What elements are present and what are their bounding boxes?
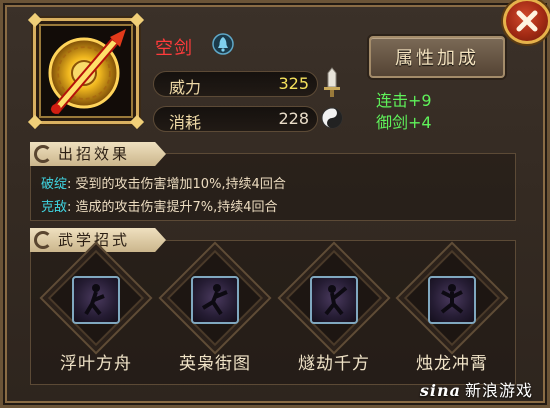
move-figure-icon — [428, 276, 476, 324]
effect-key: 克敌 — [41, 200, 68, 215]
golden-sword-icon — [48, 29, 126, 115]
close-button[interactable] — [503, 0, 550, 44]
martial-pose-icon — [84, 284, 105, 316]
weapon-icon-frame[interactable] — [27, 12, 145, 130]
stat-label: 消耗 — [169, 113, 202, 132]
move-figure-icon — [72, 276, 120, 324]
move-name: 英枭街图 — [179, 354, 251, 374]
effect-line: 破绽: 受到的攻击伤害增加10%,持续4回合 — [41, 173, 286, 192]
bell-icon[interactable] — [212, 33, 234, 55]
yin-yang-icon — [321, 107, 343, 129]
weapon-detail-panel: 空剑 威力 325 消耗 228 属性加成 连击+9 御剑+4 出招效果 破绽:… — [0, 0, 550, 408]
move-name: 燧劫千方 — [298, 354, 370, 374]
effect-text: : 造成的攻击伤害提升7%,持续4回合 — [67, 200, 278, 215]
effect-key: 破绽 — [41, 177, 68, 192]
move-name: 烛龙冲霄 — [416, 354, 488, 374]
stat-bar-power: 威力 325 — [153, 71, 318, 97]
move-figure-icon — [310, 276, 358, 324]
scroll-curl-icon — [34, 145, 52, 163]
close-icon — [516, 10, 538, 32]
attribute-bonus-line: 御剑+4 — [376, 113, 432, 132]
scroll-curl-icon — [34, 231, 52, 249]
stat-value: 228 — [278, 109, 309, 128]
attribute-bonus-button[interactable]: 属性加成 — [369, 36, 505, 78]
effect-text: : 受到的攻击伤害增加10%,持续4回合 — [67, 177, 286, 192]
stat-bar-cost: 消耗 228 — [153, 106, 318, 132]
martial-pose-icon — [324, 285, 348, 316]
martial-pose-icon — [440, 284, 464, 314]
move-name: 浮叶方舟 — [60, 354, 132, 374]
sword-hilt-icon — [324, 67, 340, 97]
weapon-name: 空剑 — [155, 38, 193, 59]
effect-line: 克敌: 造成的攻击伤害提升7%,持续4回合 — [41, 196, 278, 215]
martial-pose-icon — [201, 284, 228, 316]
stat-value: 325 — [278, 74, 309, 93]
stat-label: 威力 — [169, 78, 202, 97]
move-figure-icon — [191, 276, 239, 324]
attribute-bonus-line: 连击+9 — [376, 91, 432, 110]
watermark-text: 新浪游戏 — [464, 381, 533, 400]
watermark: sina 新浪游戏 — [420, 377, 533, 401]
sina-logo: sina — [419, 381, 461, 400]
